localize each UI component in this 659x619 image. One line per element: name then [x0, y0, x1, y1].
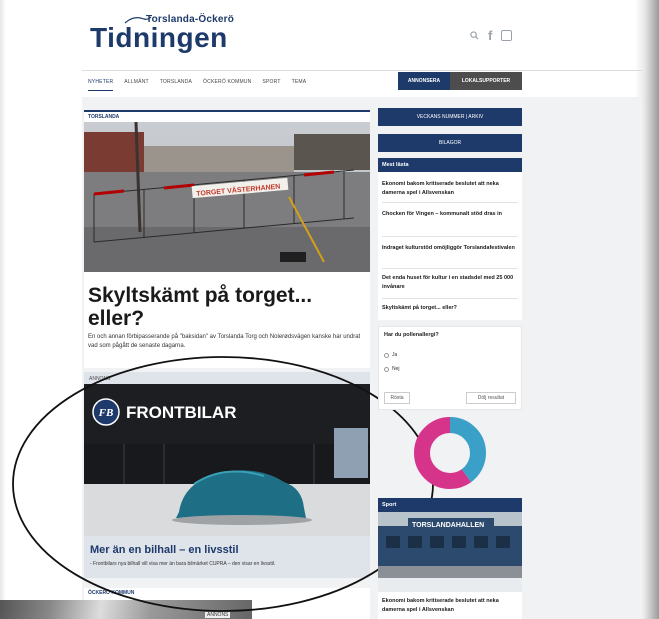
main-nav: NYHETER ALLMÄNT TORSLANDA ÖCKERÖ KOMMUN …	[82, 70, 642, 91]
sport-photo-sign: TORSLANDAHALLEN	[412, 522, 484, 529]
article-lead: En och annan förbipasserande på "baksida…	[88, 334, 361, 349]
divider	[382, 236, 518, 237]
facebook-icon[interactable]: f	[488, 28, 492, 43]
radio-icon[interactable]	[384, 352, 389, 358]
hide-results-button[interactable]: Dölj resultat	[466, 392, 516, 404]
page: Torslanda-Öckerö Tidningen f NYHETER ALL…	[0, 0, 659, 619]
sport-photo[interactable]: TORSLANDAHALLEN	[378, 512, 522, 592]
article-section-label[interactable]: TORSLANDA	[88, 114, 119, 120]
divider	[382, 202, 518, 203]
vote-button[interactable]: Rösta	[384, 392, 410, 404]
nav-item-ockero-kommun[interactable]: ÖCKERÖ KOMMUN	[203, 79, 251, 91]
poll-option-label: Ja	[392, 352, 398, 358]
instagram-icon[interactable]	[501, 30, 513, 41]
most-read-item[interactable]: Det enda huset för kultur i en stadsdel …	[382, 274, 520, 292]
poll-question: Har du pollenallergi?	[384, 332, 439, 338]
most-read-title: Mest lästa	[378, 158, 522, 172]
radio-icon[interactable]	[384, 366, 389, 372]
most-read-item[interactable]: Ekonomi bakom kritiserade beslutet att n…	[382, 180, 520, 198]
nav-item-sport[interactable]: SPORT	[262, 79, 280, 91]
window-edge-left	[0, 0, 6, 619]
divider	[382, 268, 518, 269]
annonsera-button[interactable]: ANNONSERA	[398, 72, 450, 90]
social-links: f	[470, 28, 513, 43]
section-divider	[84, 110, 370, 122]
annotation-oval	[12, 356, 434, 612]
most-read-item[interactable]: Chocken för Vingen – kommunalt stöd dras…	[382, 210, 520, 219]
site-logo[interactable]: Tidningen	[90, 22, 228, 54]
nav-item-tema[interactable]: TEMA	[292, 79, 307, 91]
nav-item-nyheter[interactable]: NYHETER	[88, 79, 114, 91]
bilagor-button[interactable]: BILAGOR	[378, 134, 522, 152]
article-headline[interactable]: Skyltskämt på torget... eller?	[88, 284, 368, 330]
most-read-item[interactable]: Indraget kulturstöd omöjliggör Torslanda…	[382, 244, 520, 253]
nav-item-torslanda[interactable]: TORSLANDA	[160, 79, 192, 91]
poll-option-label: Nej	[392, 366, 400, 372]
search-icon[interactable]	[470, 31, 479, 40]
lokalsupporter-button[interactable]: LOKALSUPPORTER	[450, 72, 522, 90]
article-photo[interactable]: TORGET VÄSTERHANEN	[84, 122, 370, 272]
divider	[382, 298, 518, 299]
sport-article-title[interactable]: Ekonomi bakom kritiserade beslutet att n…	[382, 597, 520, 615]
sport-title: Sport	[378, 498, 522, 512]
poll-results-chart	[414, 417, 486, 489]
poll-option-ja[interactable]: Ja	[384, 352, 397, 358]
most-read-item[interactable]: Skyltskämt på torget... eller?	[382, 304, 520, 313]
veckans-nummer-button[interactable]: VECKANS NUMMER | ARKIV	[378, 108, 522, 126]
poll-option-nej[interactable]: Nej	[384, 366, 400, 372]
nav-item-allmant[interactable]: ALLMÄNT	[124, 79, 148, 91]
